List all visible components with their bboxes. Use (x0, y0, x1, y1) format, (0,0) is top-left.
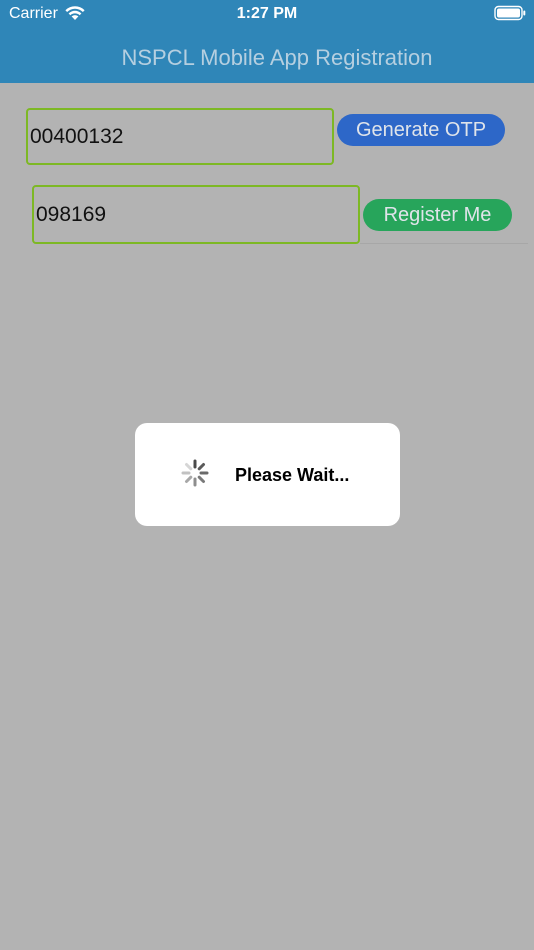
loading-message: Please Wait... (235, 465, 350, 485)
mobile-number-value: 00400132 (30, 124, 124, 148)
status-time: 1:27 PM (236, 5, 298, 22)
spinner-icon (180, 458, 210, 488)
otp-field[interactable]: 098169 (32, 185, 360, 244)
mobile-number-field[interactable]: 00400132 (26, 108, 334, 165)
generate-otp-button[interactable]: Generate OTP (337, 114, 505, 146)
register-button[interactable]: Register Me (363, 199, 512, 231)
page-title: NSPCL Mobile App Registration (121, 45, 433, 70)
battery-icon (494, 5, 526, 21)
otp-value: 098169 (36, 202, 107, 226)
separator-line (360, 243, 528, 244)
top-bar: Carrier 1:27 PM NSPCL Mobile App Registr… (0, 0, 534, 83)
loading-dialog: Please Wait... (135, 423, 400, 526)
